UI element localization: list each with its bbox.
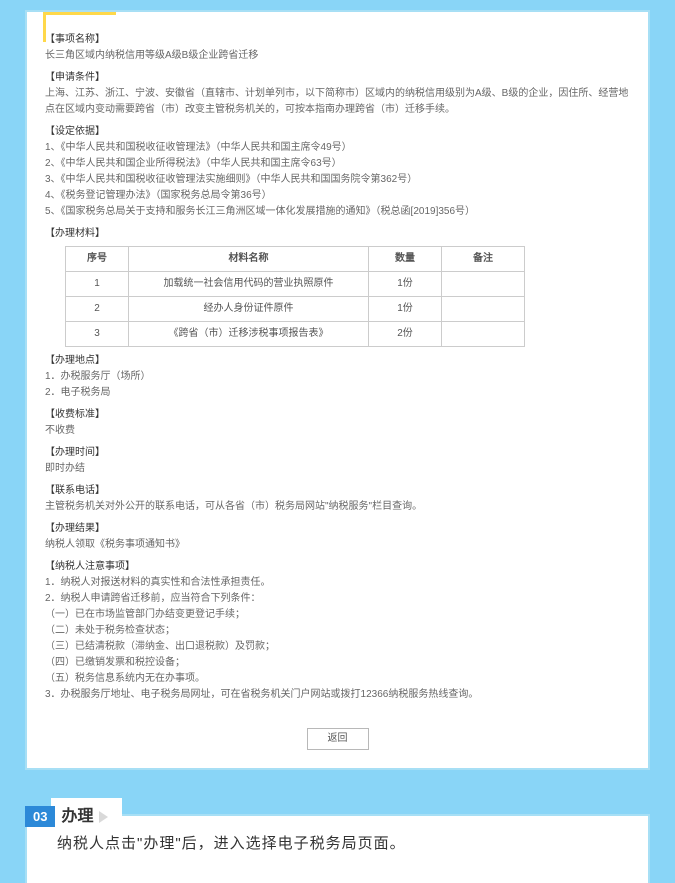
detail-panel: 事项名称 长三角区域内纳税信用等级A级B级企业跨省迁移 申请条件 上海、江苏、浙… (25, 10, 650, 770)
cell: 经办人身份证件原件 (129, 297, 369, 322)
note-line: 2．纳税人申请跨省迁移前，应当符合下列条件： (45, 591, 630, 607)
table-header-row: 序号 材料名称 数量 备注 (66, 247, 525, 272)
note-line: 3．办税服务厅地址、电子税务局网址，可在省税务机关门户网站或拨打12366纳税服… (45, 687, 630, 703)
th-remark: 备注 (442, 247, 525, 272)
body-phone: 主管税务机关对外公开的联系电话，可从各省（市）税务局网站"纳税服务"栏目查询。 (45, 499, 630, 515)
cell (442, 272, 525, 297)
step-title: 办理 (51, 798, 122, 830)
cell: 1份 (369, 297, 442, 322)
heading-item-name: 事项名称 (45, 32, 630, 48)
heading-place: 办理地点 (45, 353, 630, 369)
table-row: 3 《跨省（市）迁移涉税事项报告表》 2份 (66, 322, 525, 347)
note-line: （五）税务信息系统内无在办事项。 (45, 671, 630, 687)
cell: 《跨省（市）迁移涉税事项报告表》 (129, 322, 369, 347)
arrow-right-icon (99, 811, 108, 823)
basis-line: 4、《税务登记管理办法》（国家税务总局令第36号） (45, 188, 630, 204)
heading-fee: 收费标准 (45, 407, 630, 423)
body-basis: 1、《中华人民共和国税收征收管理法》（中华人民共和国主席令49号） 2、《中华人… (45, 140, 630, 220)
step-block: 03办理 纳税人点击"办理"后，进入选择电子税务局页面。 (25, 795, 650, 883)
note-line: 1．纳税人对报送材料的真实性和合法性承担责任。 (45, 575, 630, 591)
note-line: （三）已结清税款（滞纳金、出口退税款）及罚款； (45, 639, 630, 655)
heading-phone: 联系电话 (45, 483, 630, 499)
note-line: （一）已在市场监管部门办结变更登记手续； (45, 607, 630, 623)
note-line: （四）已缴销发票和税控设备； (45, 655, 630, 671)
basis-line: 3、《中华人民共和国税收征收管理法实施细则》（中华人民共和国国务院令第362号） (45, 172, 630, 188)
cell (442, 322, 525, 347)
cell: 2份 (369, 322, 442, 347)
table-row: 1 加载统一社会信用代码的营业执照原件 1份 (66, 272, 525, 297)
heading-basis: 设定依据 (45, 124, 630, 140)
th-name: 材料名称 (129, 247, 369, 272)
cell: 加载统一社会信用代码的营业执照原件 (129, 272, 369, 297)
place-line: 2．电子税务局 (45, 385, 630, 401)
step-number-badge: 03 (25, 806, 55, 827)
body-apply-cond: 上海、江苏、浙江、宁波、安徽省（直辖市、计划单列市，以下简称市）区域内的纳税信用… (45, 86, 630, 118)
cell: 2 (66, 297, 129, 322)
back-button[interactable]: 返回 (307, 728, 369, 750)
basis-line: 5、《国家税务总局关于支持和服务长江三角洲区域一体化发展措施的通知》（税总函[2… (45, 204, 630, 220)
body-item-name: 长三角区域内纳税信用等级A级B级企业跨省迁移 (45, 48, 630, 64)
heading-materials: 办理材料 (45, 226, 630, 242)
body-time: 即时办结 (45, 461, 630, 477)
body-fee: 不收费 (45, 423, 630, 439)
corner-accent (43, 12, 61, 42)
cell: 1 (66, 272, 129, 297)
th-seq: 序号 (66, 247, 129, 272)
place-line: 1．办税服务厅（场所） (45, 369, 630, 385)
heading-apply-cond: 申请条件 (45, 70, 630, 86)
cell: 1份 (369, 272, 442, 297)
cell: 3 (66, 322, 129, 347)
heading-time: 办理时间 (45, 445, 630, 461)
basis-line: 1、《中华人民共和国税收征收管理法》（中华人民共和国主席令49号） (45, 140, 630, 156)
table-row: 2 经办人身份证件原件 1份 (66, 297, 525, 322)
step-title-text: 办理 (61, 808, 93, 825)
th-qty: 数量 (369, 247, 442, 272)
body-result: 纳税人领取《税务事项通知书》 (45, 537, 630, 553)
heading-notes: 纳税人注意事项 (45, 559, 630, 575)
materials-table: 序号 材料名称 数量 备注 1 加载统一社会信用代码的营业执照原件 1份 2 经… (65, 246, 525, 347)
cell (442, 297, 525, 322)
body-place: 1．办税服务厅（场所） 2．电子税务局 (45, 369, 630, 401)
note-line: （二）未处于税务检查状态； (45, 623, 630, 639)
heading-result: 办理结果 (45, 521, 630, 537)
basis-line: 2、《中华人民共和国企业所得税法》（中华人民共和国主席令63号） (45, 156, 630, 172)
